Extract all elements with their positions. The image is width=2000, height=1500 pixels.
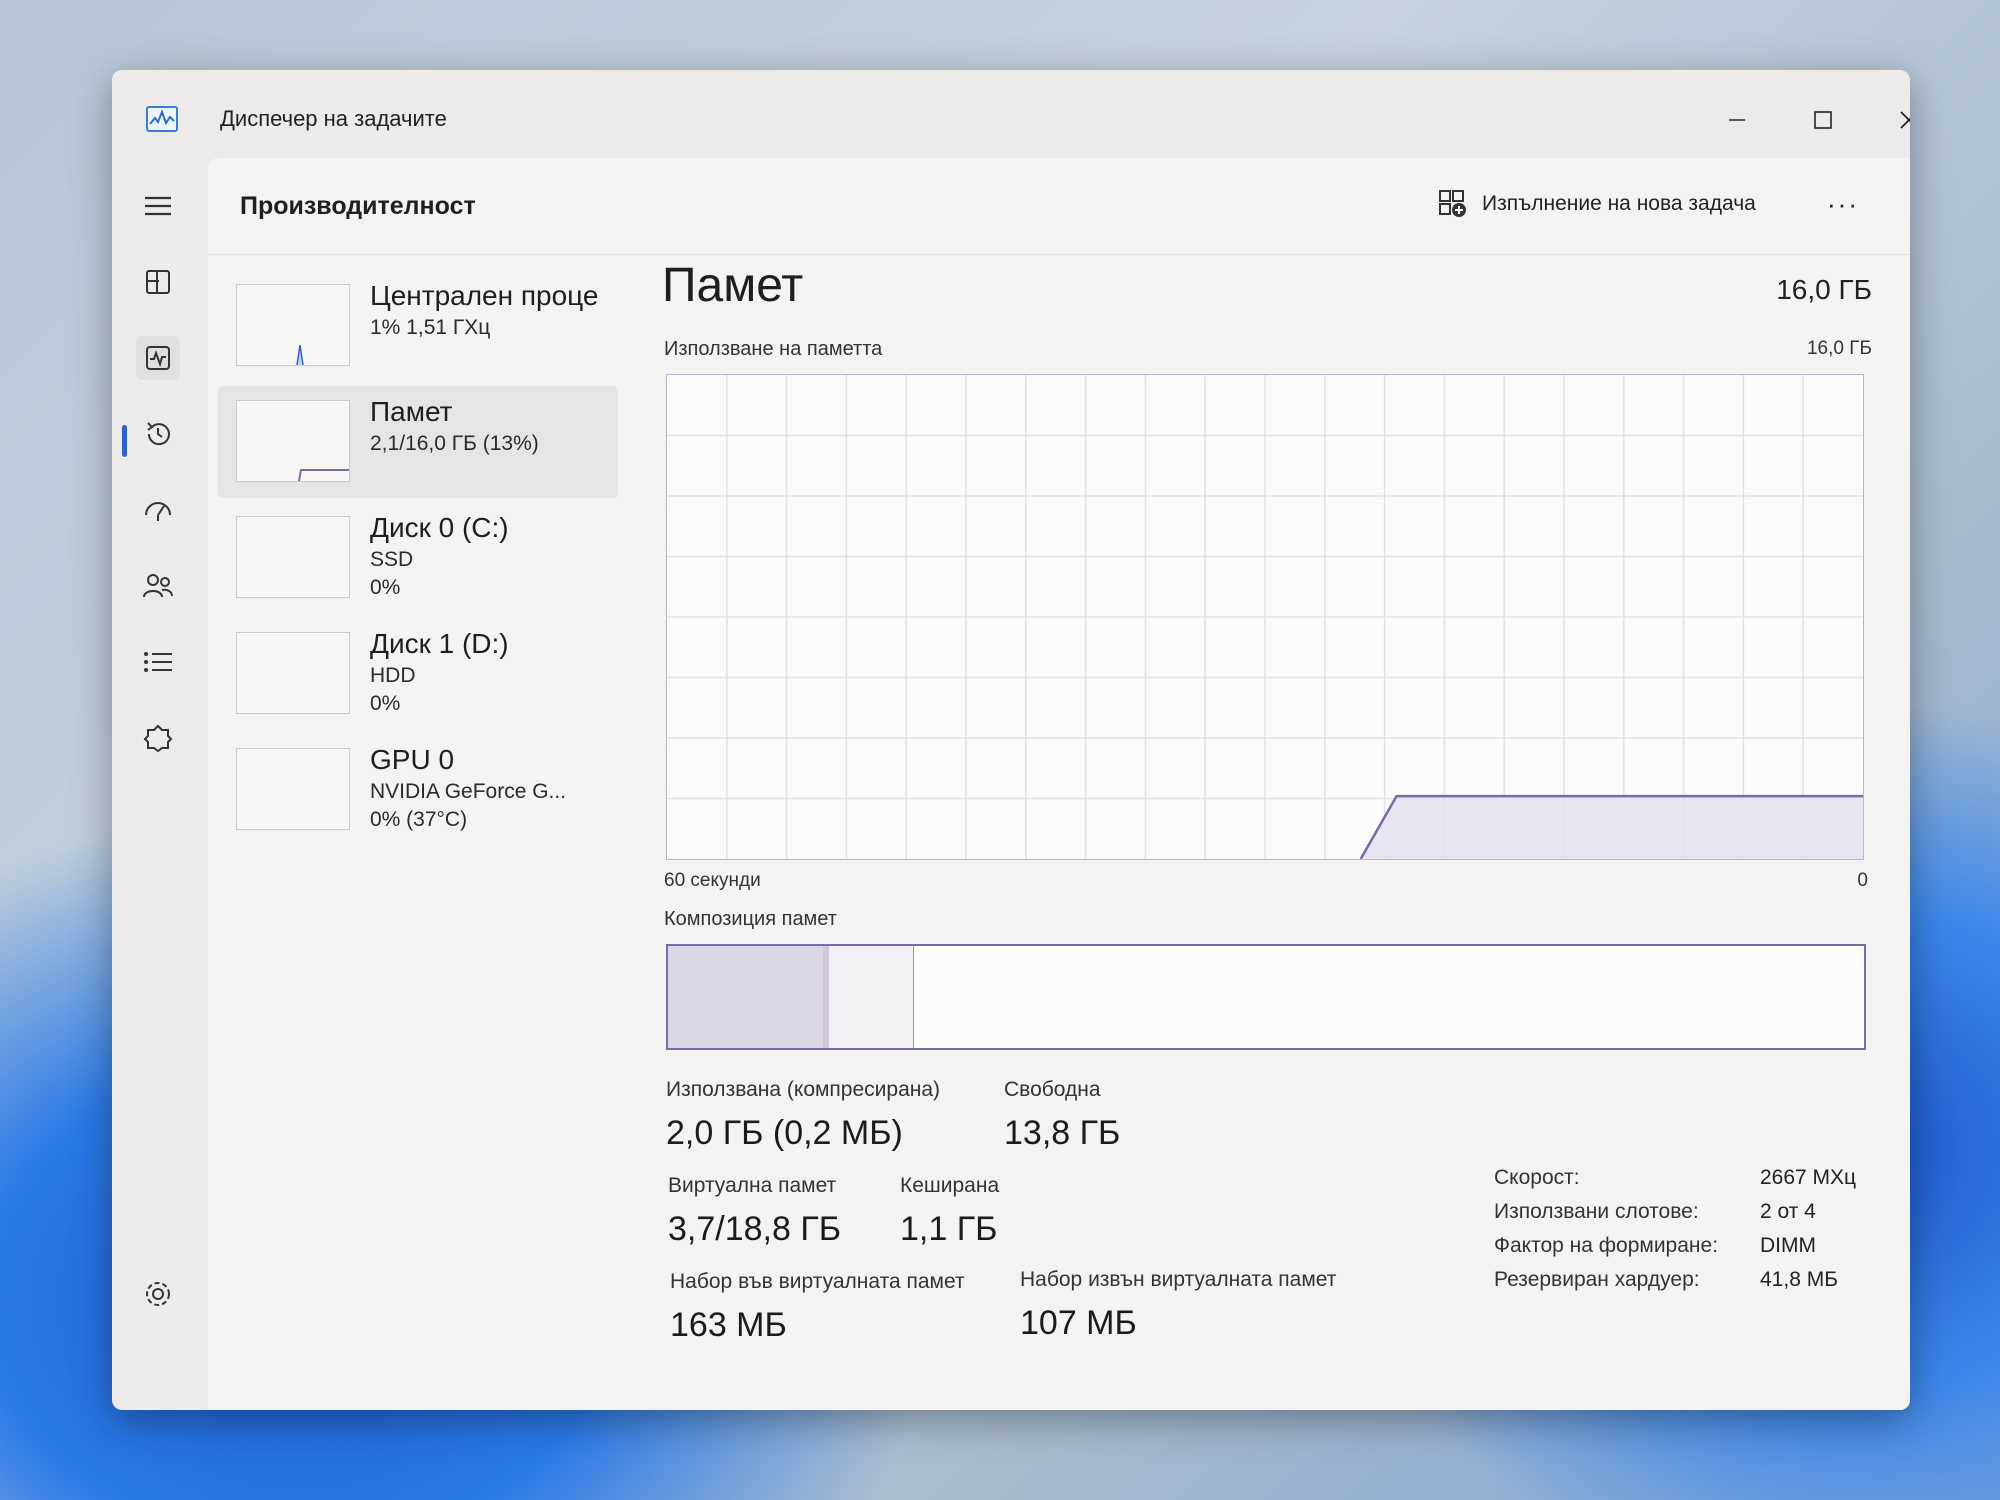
graph-time-end-label: 0	[1857, 870, 1868, 891]
device-usage: 0%	[370, 692, 401, 715]
maximize-icon	[1814, 111, 1832, 129]
spec-slots-value: 2 от 4	[1760, 1200, 1816, 1223]
device-name: Диск 1 (D:)	[370, 628, 509, 659]
device-detail: HDD	[370, 664, 416, 687]
nav-settings[interactable]	[136, 1272, 180, 1316]
spec-speed-value: 2667 МХц	[1760, 1166, 1857, 1189]
gpu-thumbnail-graph	[236, 748, 350, 830]
device-usage: 0% (37°C)	[370, 808, 468, 831]
run-new-task-label: Изпълнение на нова задача	[1482, 192, 1756, 215]
memory-title: Памет	[662, 259, 804, 312]
stat-available-value: 13,8 ГБ	[1004, 1114, 1121, 1152]
stat-non-paged-pool-value: 107 МБ	[1020, 1304, 1137, 1342]
device-name: Памет	[370, 396, 453, 427]
stat-committed-value: 3,7/18,8 ГБ	[668, 1210, 842, 1248]
startup-apps-icon	[145, 502, 171, 521]
nav-details[interactable]	[136, 640, 180, 684]
device-name: GPU 0	[370, 744, 455, 775]
minimize-button[interactable]	[1702, 90, 1772, 150]
composition-standby-segment	[829, 946, 915, 1048]
disk0-thumbnail-graph	[236, 516, 350, 598]
spec-reserved-value: 41,8 МБ	[1760, 1268, 1838, 1291]
device-name: Диск 0 (C:)	[370, 512, 509, 543]
stat-in-use-value: 2,0 ГБ (0,2 МБ)	[666, 1114, 903, 1152]
spec-form-factor-label: Фактор на формиране:	[1494, 1234, 1719, 1257]
device-item-disk-1[interactable]: Диск 1 (D:) HDD 0%	[218, 618, 618, 730]
navigation-pane	[112, 160, 202, 1410]
device-detail: SSD	[370, 548, 414, 571]
nav-users[interactable]	[136, 564, 180, 608]
nav-processes[interactable]	[136, 260, 180, 304]
page-title: Производителност	[240, 192, 476, 220]
memory-usage-area	[1360, 796, 1863, 859]
settings-icon	[146, 1282, 170, 1306]
active-nav-indicator	[122, 425, 127, 457]
spec-form-factor-value: DIMM	[1760, 1234, 1816, 1257]
hamburger-menu-icon	[145, 196, 171, 216]
spec-speed-label: Скорост:	[1494, 1166, 1580, 1189]
device-detail: 1% 1,51 ГХц	[370, 316, 491, 339]
title-bar[interactable]: Диспечер на задачите	[112, 70, 1910, 160]
header-divider	[208, 254, 1910, 255]
composition-in-use-segment	[668, 946, 826, 1048]
more-options-button[interactable]: ···	[1818, 184, 1868, 224]
device-detail: 2,1/16,0 ГБ (13%)	[370, 432, 539, 455]
close-button[interactable]	[1874, 90, 1910, 150]
memory-composition-bar	[666, 944, 1866, 1050]
memory-usage-graph	[666, 374, 1864, 860]
task-manager-window: Диспечер на задачите Производителност Из…	[112, 70, 1910, 1410]
nav-startup-apps[interactable]	[136, 488, 180, 532]
cpu-thumbnail-graph	[236, 284, 350, 366]
details-icon	[144, 652, 172, 672]
stat-cached-label: Кеширана	[900, 1174, 1000, 1197]
device-usage: 0%	[370, 576, 401, 599]
device-item-memory[interactable]: Памет 2,1/16,0 ГБ (13%)	[218, 386, 618, 498]
graph-time-start-label: 60 секунди	[664, 870, 761, 891]
nav-services[interactable]	[136, 716, 180, 760]
stat-committed-label: Виртуална памет	[668, 1174, 837, 1197]
processes-icon	[146, 270, 170, 294]
window-title: Диспечер на задачите	[220, 106, 447, 131]
stat-cached-value: 1,1 ГБ	[900, 1210, 998, 1248]
memory-thumbnail-graph	[236, 400, 350, 482]
device-item-cpu[interactable]: Централен проце 1% 1,51 ГХц	[218, 270, 618, 382]
stat-paged-pool-label: Набор във виртуалната памет	[670, 1270, 965, 1293]
services-icon	[143, 724, 173, 753]
memory-usage-max: 16,0 ГБ	[1806, 338, 1872, 359]
disk1-thumbnail-graph	[236, 632, 350, 714]
stat-available-label: Свободна	[1004, 1078, 1101, 1101]
run-new-task-icon	[1439, 190, 1466, 217]
memory-usage-label: Използване на паметта	[664, 338, 883, 360]
task-manager-app-icon	[146, 106, 178, 132]
maximize-button[interactable]	[1788, 90, 1858, 150]
run-new-task-button[interactable]: Изпълнение на нова задача	[1438, 184, 1756, 224]
memory-capacity: 16,0 ГБ	[1776, 274, 1872, 305]
close-icon	[1900, 111, 1910, 129]
device-detail: NVIDIA GeForce G...	[370, 780, 567, 803]
stat-paged-pool-value: 163 МБ	[670, 1306, 787, 1344]
device-name: Централен проце	[370, 280, 599, 311]
device-list: Централен проце 1% 1,51 ГХц Памет 2,1/16…	[218, 270, 618, 850]
spec-reserved-label: Резервиран хардуер:	[1494, 1268, 1700, 1291]
nav-app-history[interactable]	[136, 412, 180, 456]
device-item-gpu-0[interactable]: GPU 0 NVIDIA GeForce G... 0% (37°C)	[218, 734, 618, 846]
nav-hamburger-menu[interactable]	[136, 184, 180, 228]
minimize-icon	[1729, 119, 1745, 121]
content-pane: Производителност Изпълнение на нова зада…	[208, 158, 1910, 1410]
performance-icon	[146, 346, 170, 370]
stat-non-paged-pool-label: Набор извън виртуалната памет	[1020, 1268, 1337, 1291]
app-history-icon	[147, 422, 170, 446]
nav-performance[interactable]	[136, 336, 180, 380]
stat-in-use-label: Използвана (компресирана)	[666, 1078, 941, 1101]
memory-composition-label: Композиция памет	[664, 908, 837, 930]
spec-slots-label: Използвани слотове:	[1494, 1200, 1699, 1223]
device-item-disk-0[interactable]: Диск 0 (C:) SSD 0%	[218, 502, 618, 614]
users-icon	[143, 574, 173, 598]
